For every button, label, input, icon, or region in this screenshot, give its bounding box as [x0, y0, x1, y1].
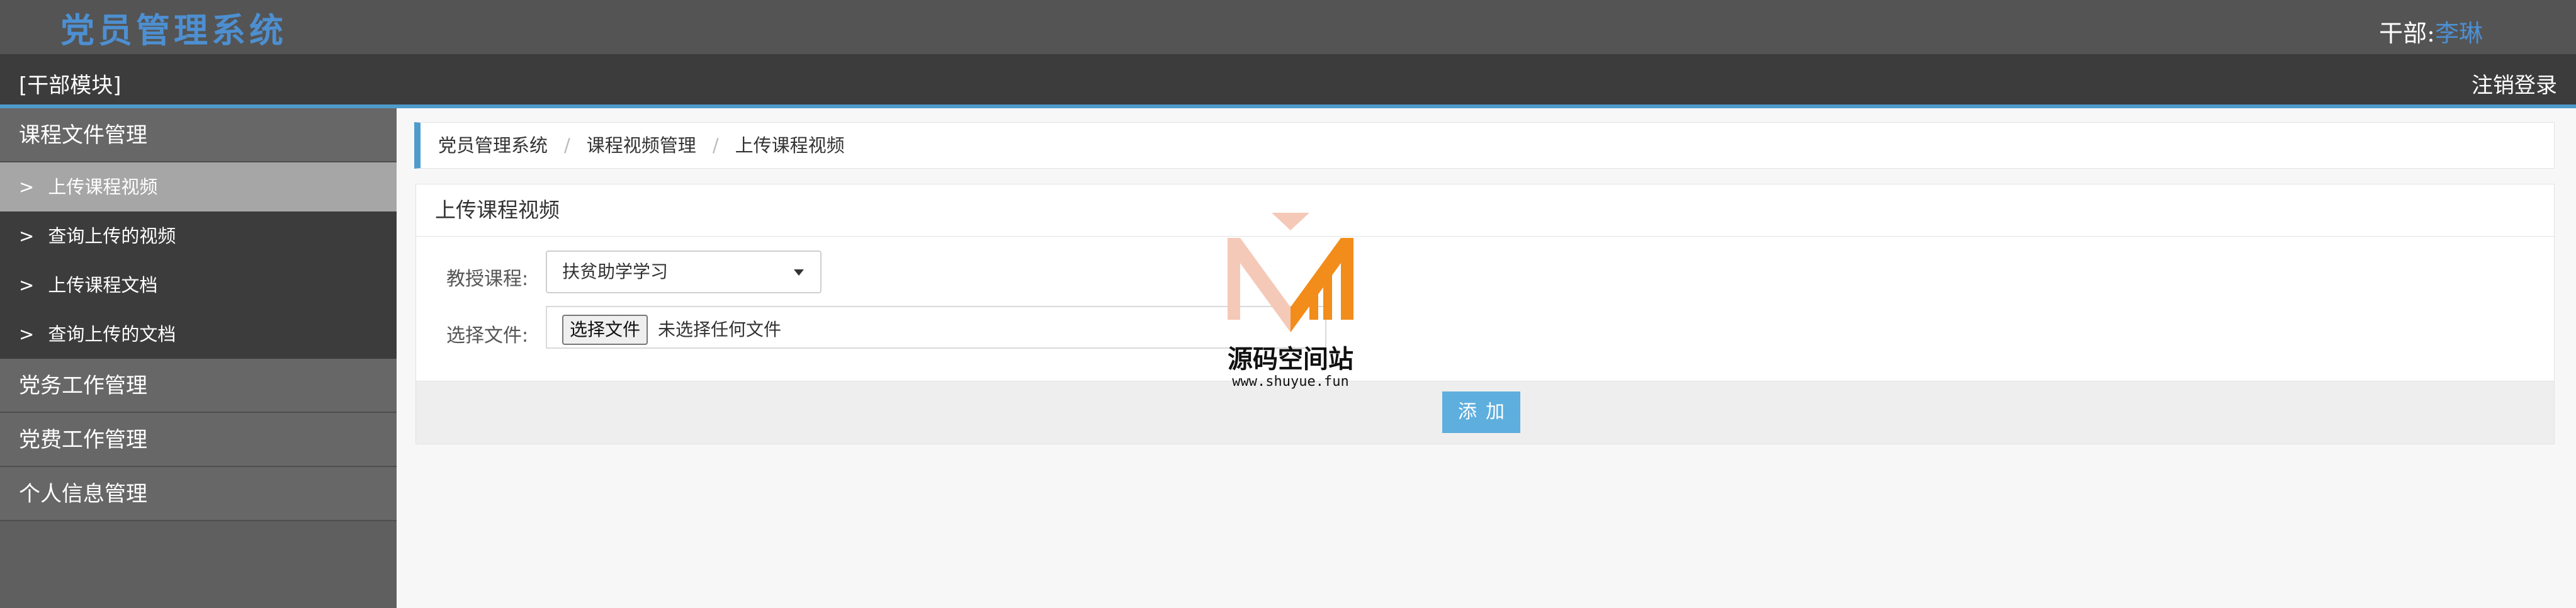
- panel-title: 上传课程视频: [415, 184, 2555, 237]
- sidebar-group-course-files[interactable]: 课程文件管理: [0, 108, 397, 162]
- sidebar-item-label: 查询上传的文档: [48, 324, 176, 345]
- watermark: 源码空间站 www.shuyue.fun: [1215, 213, 1366, 395]
- user-info: 干部:李琳: [2379, 14, 2483, 48]
- upload-panel: 上传课程视频 教授课程: 扶贫助学学习 选择文件: 选择文件 未选择任何文件 添…: [415, 184, 2555, 498]
- file-label: 选择文件:: [446, 325, 529, 347]
- sidebar-group-personal-info[interactable]: 个人信息管理: [0, 467, 397, 521]
- top-header: 党员管理系统 干部:李琳: [0, 0, 2576, 54]
- module-label: [干部模块]: [19, 73, 121, 98]
- breadcrumb-item-video-mgmt[interactable]: 课程视频管理: [587, 135, 696, 156]
- watermark-name: 源码空间站: [1228, 345, 1353, 374]
- chevron-right-icon: >: [19, 274, 35, 296]
- sidebar-item-label: 上传课程视频: [48, 176, 158, 198]
- user-role: 干部:: [2379, 20, 2435, 47]
- logout-link[interactable]: 注销登录: [2471, 68, 2557, 99]
- sidebar: 课程文件管理 > 上传课程视频 > 查询上传的视频 > 上传课程文档 > 查询上传的文档…: [0, 108, 397, 608]
- breadcrumb-separator: /: [564, 135, 570, 156]
- form-footer: 添加: [415, 381, 2555, 444]
- add-button[interactable]: 添加: [1442, 391, 1520, 433]
- sidebar-group-party-affairs[interactable]: 党务工作管理: [0, 359, 397, 413]
- sidebar-item-query-docs[interactable]: > 查询上传的文档: [0, 310, 397, 359]
- chevron-right-icon: >: [19, 225, 35, 247]
- watermark-logo-icon: [1228, 213, 1353, 332]
- main-content: 党员管理系统 / 课程视频管理 / 上传课程视频 上传课程视频 教授课程: 扶贫助学学习…: [397, 108, 2576, 608]
- course-select-value: 扶贫助学学习: [562, 261, 669, 282]
- breadcrumb-item-current: 上传课程视频: [735, 135, 845, 156]
- sidebar-item-upload-docs[interactable]: > 上传课程文档: [0, 261, 397, 310]
- course-label: 教授课程:: [446, 268, 529, 290]
- breadcrumb-item-home[interactable]: 党员管理系统: [438, 135, 548, 156]
- user-name: 李琳: [2434, 20, 2483, 47]
- choose-file-button[interactable]: 选择文件: [562, 315, 648, 345]
- course-select[interactable]: 扶贫助学学习: [546, 251, 822, 293]
- watermark-url: www.shuyue.fun: [1232, 374, 1349, 390]
- chevron-right-icon: >: [19, 176, 35, 198]
- sidebar-item-query-videos[interactable]: > 查询上传的视频: [0, 211, 397, 261]
- caret-down-icon: [794, 269, 804, 276]
- sidebar-item-label: 上传课程文档: [48, 274, 158, 296]
- breadcrumb-separator: /: [712, 135, 719, 156]
- breadcrumb: 党员管理系统 / 课程视频管理 / 上传课程视频: [414, 122, 2555, 169]
- file-input[interactable]: 选择文件 未选择任何文件: [546, 306, 1326, 349]
- module-bar: [干部模块] 注销登录: [0, 54, 2576, 108]
- sidebar-item-label: 查询上传的视频: [48, 225, 176, 247]
- sidebar-group-party-fees[interactable]: 党费工作管理: [0, 413, 397, 467]
- upload-form: 教授课程: 扶贫助学学习 选择文件: 选择文件 未选择任何文件: [415, 237, 2555, 381]
- sidebar-item-upload-video[interactable]: > 上传课程视频: [0, 162, 397, 211]
- app-title: 党员管理系统: [60, 10, 287, 50]
- file-status: 未选择任何文件: [658, 319, 782, 340]
- chevron-right-icon: >: [19, 324, 35, 345]
